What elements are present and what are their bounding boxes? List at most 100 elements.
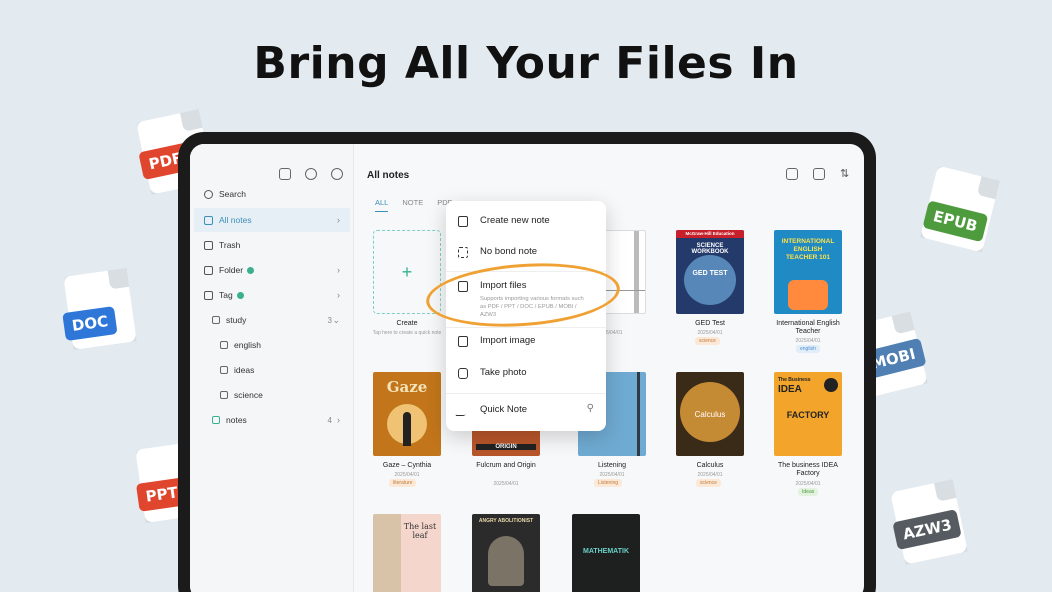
sidebar-item-trash[interactable]: Trash bbox=[194, 233, 350, 257]
folder-icon bbox=[204, 265, 213, 275]
chevron-right-icon: › bbox=[337, 215, 340, 225]
cover-text: ANGRY ABOLITIONIST bbox=[478, 518, 534, 524]
new-note-icon bbox=[458, 216, 468, 227]
sidebar-toolbar bbox=[279, 168, 343, 180]
tag-badge: Listening bbox=[594, 479, 623, 487]
card-date: 2025/04/01 bbox=[493, 481, 519, 487]
tag-count: 3 bbox=[327, 315, 332, 325]
card-date: 2025/04/01 bbox=[795, 481, 821, 487]
sidebar-tag-ideas[interactable]: ideas bbox=[194, 358, 350, 382]
menu-divider bbox=[446, 327, 606, 328]
sidebar-tag-english[interactable]: english bbox=[194, 333, 350, 357]
card-title: Listening bbox=[597, 462, 627, 469]
hashtag-icon bbox=[212, 316, 220, 324]
menu-item-label: No bond note bbox=[480, 246, 538, 257]
sidebar-item-search[interactable]: Search bbox=[194, 182, 350, 206]
plus-icon: + bbox=[401, 261, 413, 282]
menu-item-import-image[interactable]: Import image bbox=[458, 335, 535, 347]
sidebar-tag-science[interactable]: science bbox=[194, 383, 350, 407]
cover-text: ORIGIN bbox=[476, 444, 536, 450]
tag-badge: literature bbox=[389, 479, 417, 487]
card-date: 2025/04/01 bbox=[599, 472, 625, 478]
tag-badge: science bbox=[696, 479, 721, 487]
sidebar-item-label: Tag bbox=[219, 290, 233, 300]
cover-text: MATHEMATIK bbox=[582, 548, 629, 555]
cover-text: FACTORY bbox=[786, 410, 830, 420]
menu-item-label: Import image bbox=[480, 335, 536, 346]
grid-view-icon[interactable] bbox=[786, 168, 798, 180]
chevron-right-icon: › bbox=[337, 265, 340, 275]
hashtag-icon bbox=[220, 391, 228, 399]
sidebar-item-all-notes[interactable]: All notes › bbox=[194, 208, 350, 232]
page-title: All notes bbox=[367, 170, 410, 181]
card-date: 2025/04/01 bbox=[697, 330, 723, 336]
card-title: International English Teacher bbox=[776, 320, 840, 335]
sort-icon[interactable]: ⇅ bbox=[840, 168, 852, 180]
tab-all[interactable]: ALL bbox=[375, 198, 389, 212]
sidebar-item-tag[interactable]: Tag › bbox=[194, 283, 350, 307]
pen-icon bbox=[454, 405, 472, 416]
menu-item-no-bond-note[interactable]: No bond note bbox=[458, 246, 537, 258]
tab-note[interactable]: NOTE bbox=[402, 198, 423, 212]
chevron-right-icon: › bbox=[337, 290, 340, 300]
sidebar-item-label: ideas bbox=[234, 365, 255, 375]
sidebar-item-label: english bbox=[234, 340, 261, 350]
sidebar-tag-study[interactable]: study 3 ⌄ bbox=[194, 308, 350, 332]
menu-item-quick-note[interactable]: Quick Note bbox=[454, 404, 527, 416]
sidebar-item-label: study bbox=[226, 315, 247, 325]
sidebar-item-label: notes bbox=[226, 415, 247, 425]
menu-item-take-photo[interactable]: Take photo bbox=[458, 367, 526, 379]
menu-item-create-new-note[interactable]: Create new note bbox=[458, 215, 550, 227]
menu-item-label: Create new note bbox=[480, 215, 550, 226]
book-cover-last-leaf[interactable]: The last leaf bbox=[373, 514, 441, 592]
menu-divider bbox=[446, 393, 606, 394]
notes-icon bbox=[204, 215, 213, 225]
trash-icon bbox=[204, 240, 213, 250]
card-date: 2025/04/01 bbox=[697, 472, 723, 478]
hashtag-icon bbox=[220, 341, 228, 349]
tag-badge: science bbox=[695, 337, 720, 345]
tag-count: 4 bbox=[327, 415, 332, 425]
card-date: 2025/04/01 bbox=[795, 338, 821, 344]
card-title: Gaze – Cynthia bbox=[382, 462, 432, 469]
book-cover-ged[interactable]: McGraw-Hill Education SCIENCE WORKBOOK G… bbox=[676, 230, 744, 314]
settings-icon[interactable] bbox=[305, 168, 317, 180]
sidebar-tag-notes[interactable]: notes 4 › bbox=[194, 408, 350, 432]
azw3-file-badge: AZW3 bbox=[890, 479, 968, 565]
cover-text: GED TEST bbox=[692, 270, 728, 277]
tag-badge: Ideas bbox=[798, 488, 819, 496]
tag-badge: english bbox=[796, 345, 820, 353]
cover-text: The last leaf bbox=[403, 522, 437, 540]
hashtag-icon bbox=[220, 366, 228, 374]
card-title: GED Test bbox=[695, 320, 725, 327]
add-folder-icon[interactable] bbox=[247, 266, 255, 274]
create-hint: Tap here to create a quick note bbox=[372, 330, 442, 336]
book-cover-gaze[interactable]: Gaze bbox=[373, 372, 441, 456]
sidebar-item-label: science bbox=[234, 390, 263, 400]
menu-item-label: Take photo bbox=[480, 367, 527, 378]
book-cover-math[interactable]: MATHEMATIK bbox=[572, 514, 640, 592]
cover-text: INTERNATIONAL ENGLISH TEACHER 101 bbox=[781, 238, 835, 261]
sidebar: Search All notes › Trash Folder › Tag › … bbox=[190, 144, 354, 592]
card-title: Fulcrum and Origin bbox=[476, 462, 536, 469]
notification-bell-icon[interactable] bbox=[331, 168, 343, 180]
image-icon bbox=[458, 336, 468, 347]
sidebar-item-folder[interactable]: Folder › bbox=[194, 258, 350, 282]
search-icon bbox=[204, 189, 213, 199]
book-cover-idea-factory[interactable]: The Business IDEA FACTORY bbox=[774, 372, 842, 456]
cover-text: McGraw-Hill Education bbox=[685, 231, 735, 236]
sidebar-toggle-icon[interactable] bbox=[279, 168, 291, 180]
book-cover-english-teacher[interactable]: INTERNATIONAL ENGLISH TEACHER 101 bbox=[774, 230, 842, 314]
card-title: Calculus bbox=[696, 462, 724, 469]
main-toolbar: ⇅ bbox=[786, 168, 852, 180]
add-tag-icon[interactable] bbox=[236, 291, 244, 299]
chevron-down-icon: ⌄ bbox=[332, 314, 340, 325]
quick-note-settings-icon[interactable]: ⚲ bbox=[587, 403, 594, 414]
headline: Bring All Your Files In bbox=[253, 38, 799, 89]
book-cover-abolitionist[interactable]: ANGRY ABOLITIONIST bbox=[472, 514, 540, 592]
select-checkbox-icon[interactable] bbox=[813, 168, 825, 180]
filter-tabs: ALL NOTE PDF bbox=[375, 198, 452, 212]
card-date: 2025/04/01 bbox=[394, 472, 420, 478]
camera-icon bbox=[458, 368, 468, 379]
book-cover-calculus[interactable]: Calculus bbox=[676, 372, 744, 456]
